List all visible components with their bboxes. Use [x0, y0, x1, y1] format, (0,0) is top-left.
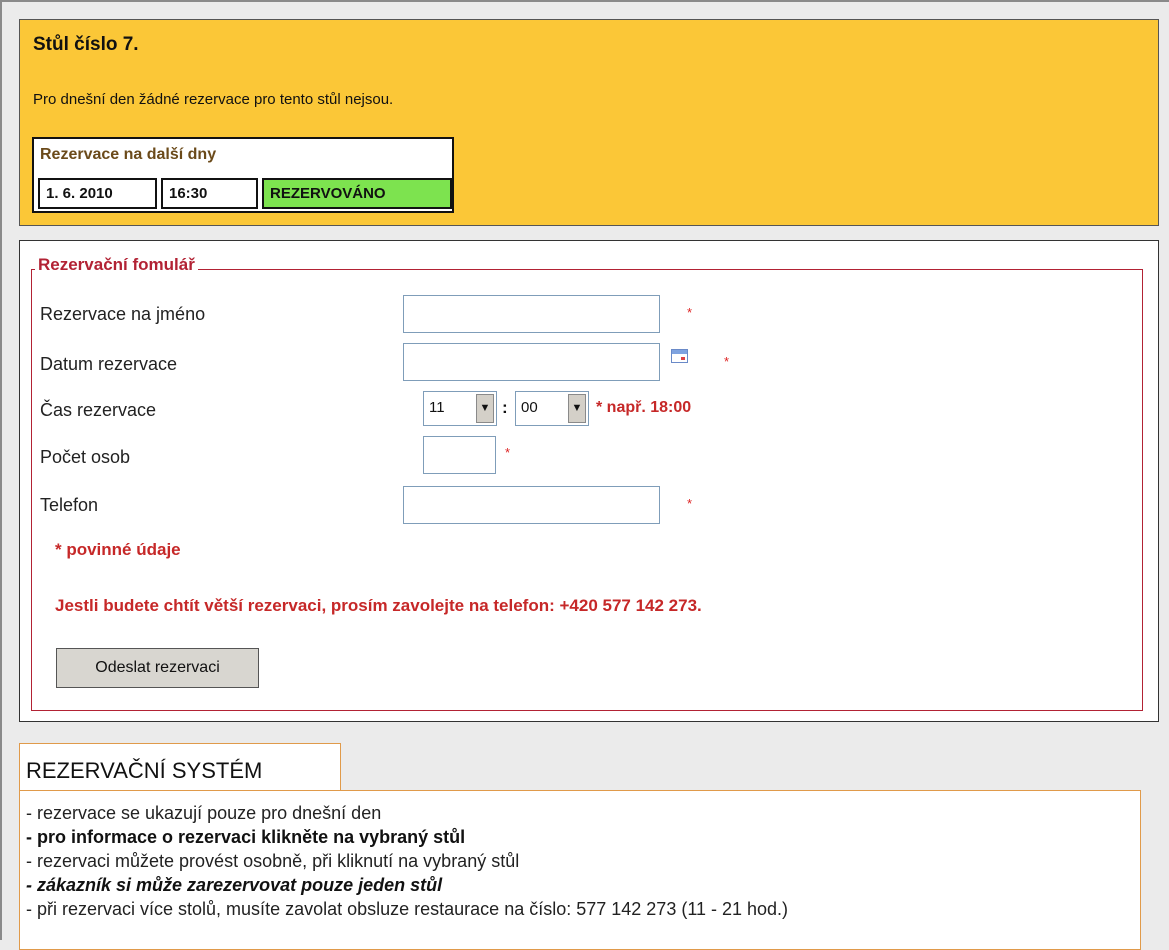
date-label: Datum rezervace	[40, 354, 178, 374]
date-required-mark: *	[724, 354, 730, 369]
name-field[interactable]	[403, 295, 660, 333]
info-line: - rezervaci můžete provést osobně, při k…	[26, 851, 520, 871]
hour-dropdown-arrow-icon[interactable]: ▼	[476, 394, 494, 423]
required-fields-note: * povinné údaje	[55, 540, 181, 559]
persons-label: Počet osob	[40, 447, 131, 467]
hour-select[interactable]: 11 ▼	[423, 391, 497, 426]
table-info-panel: Stůl číslo 7. Pro dnešní den žádné rezer…	[19, 19, 1159, 226]
phone-label: Telefon	[40, 495, 99, 515]
info-line: - rezervace se ukazují pouze pro dnešní …	[26, 803, 382, 823]
name-required-mark: *	[687, 305, 693, 320]
phone-field[interactable]	[403, 486, 660, 524]
large-reservation-note: Jestli budete chtít větší rezervaci, pro…	[55, 596, 702, 615]
hour-value: 11	[429, 399, 445, 416]
reservation-time-cell: 16:30	[161, 178, 258, 209]
future-reservations-title: Rezervace na další dny	[40, 146, 217, 163]
time-label: Čas rezervace	[40, 400, 157, 420]
table-title: Stůl číslo 7.	[33, 34, 139, 55]
persons-required-mark: *	[505, 445, 511, 460]
today-reservations-note: Pro dnešní den žádné rezervace pro tento…	[33, 91, 394, 108]
minute-select[interactable]: 00 ▼	[515, 391, 589, 426]
date-field[interactable]	[403, 343, 660, 381]
future-reservations-box: Rezervace na další dny 1. 6. 2010 16:30 …	[32, 137, 454, 213]
reservation-date-cell: 1. 6. 2010	[38, 178, 157, 209]
time-example-note: * např. 18:00	[596, 399, 692, 416]
submit-reservation-button[interactable]: Odeslat rezervaci	[56, 648, 259, 688]
form-legend: Rezervační fomulář	[35, 255, 198, 275]
info-line: - pro informace o rezervaci klikněte na …	[26, 827, 466, 847]
calendar-icon[interactable]	[671, 349, 688, 363]
info-line: - zákazník si může zarezervovat pouze je…	[26, 875, 443, 895]
info-line: - při rezervaci více stolů, musíte zavol…	[26, 899, 789, 919]
info-box: - rezervace se ukazují pouze pro dnešní …	[19, 790, 1141, 950]
name-label: Rezervace na jméno	[40, 304, 206, 324]
phone-required-mark: *	[687, 496, 693, 511]
persons-field[interactable]	[423, 436, 496, 474]
reservation-status-badge: REZERVOVÁNO	[262, 178, 452, 209]
minute-value: 00	[521, 399, 538, 416]
time-separator: :	[502, 398, 508, 417]
info-title: REZERVAČNÍ SYSTÉM	[19, 743, 341, 791]
minute-dropdown-arrow-icon[interactable]: ▼	[568, 394, 586, 423]
